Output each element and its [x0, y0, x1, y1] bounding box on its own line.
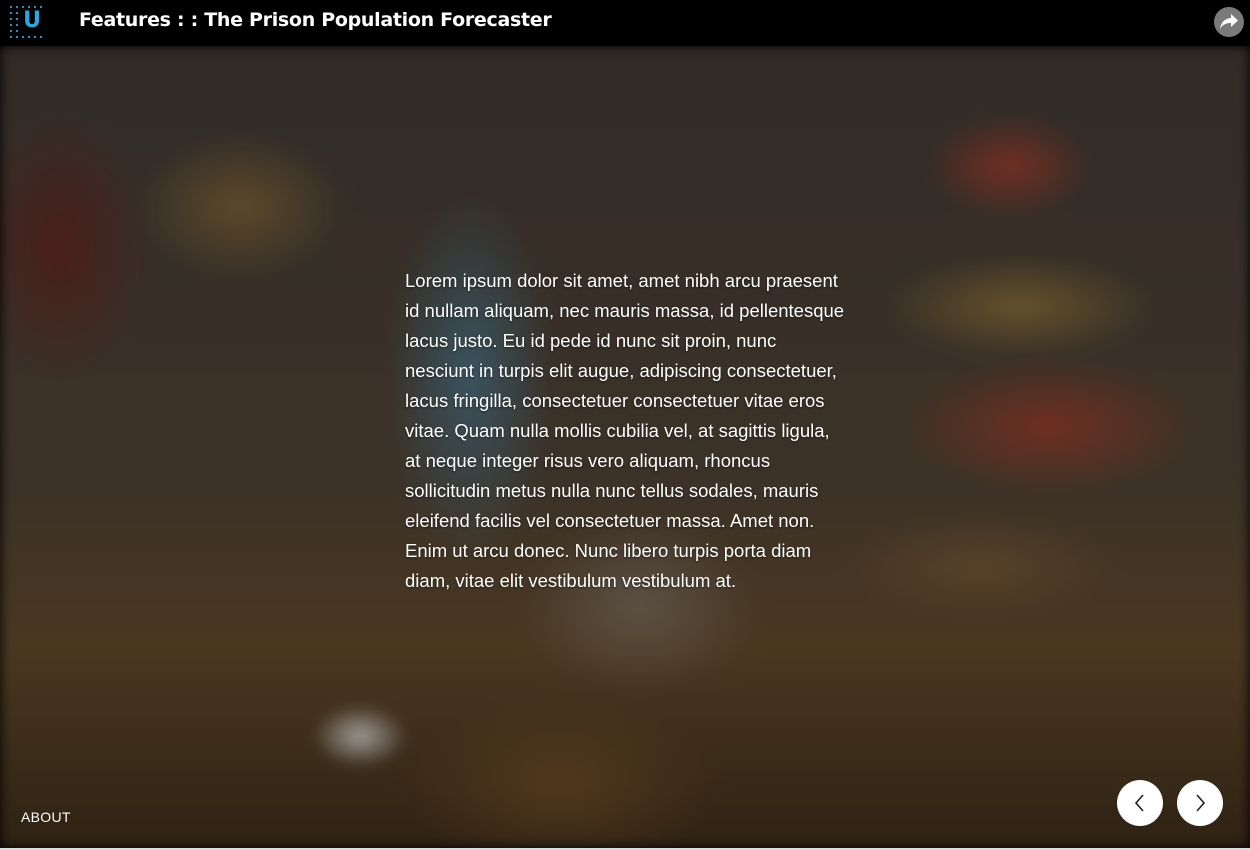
share-button[interactable]	[1214, 7, 1244, 37]
slide-body-text: Lorem ipsum dolor sit amet, amet nibh ar…	[405, 270, 845, 591]
top-bar: U Features : : The Prison Population For…	[0, 0, 1250, 46]
about-link[interactable]: ABOUT	[21, 809, 71, 825]
logo-letter: U	[22, 8, 42, 34]
share-arrow-icon	[1220, 14, 1238, 29]
chevron-right-icon	[1196, 794, 1206, 812]
slide-stage: Lorem ipsum dolor sit amet, amet nibh ar…	[0, 46, 1250, 848]
site-logo[interactable]: U	[8, 4, 44, 40]
chevron-left-icon	[1134, 794, 1144, 812]
previous-slide-button[interactable]	[1117, 780, 1163, 826]
next-slide-button[interactable]	[1177, 780, 1223, 826]
page-title: Features : : The Prison Population Forec…	[79, 9, 552, 31]
